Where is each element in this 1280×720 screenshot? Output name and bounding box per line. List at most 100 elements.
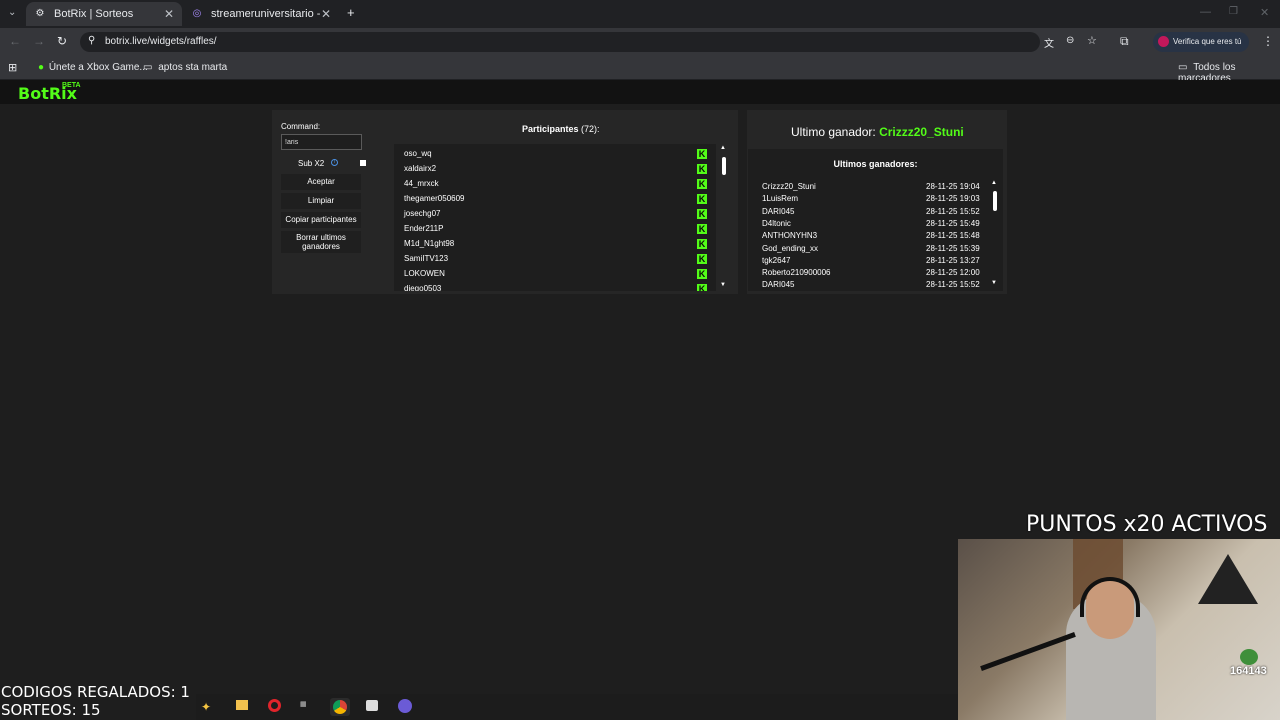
sub-x2-label: Sub X2 (298, 159, 325, 168)
copy-participants-button[interactable]: Copiar participantes (281, 212, 361, 228)
kick-favicon-icon: ◎ (192, 8, 202, 19)
winners-scrollbar[interactable]: ▲ ▼ (991, 180, 999, 290)
copilot-icon[interactable]: ✦ (201, 700, 211, 714)
site-info-icon[interactable]: ⚲ (88, 35, 95, 46)
accept-button[interactable]: Aceptar (281, 174, 361, 190)
kick-platform-icon: K (697, 209, 707, 219)
bookmark-xbox[interactable]: ● Únete a Xbox Game... (38, 62, 148, 73)
taskbar: ✦ ▦ (196, 694, 958, 720)
winner-name: 1LuisRem (762, 194, 799, 204)
apps-grid-icon[interactable]: ⊞ (8, 61, 17, 74)
restore-window-icon[interactable]: ❐ (1229, 6, 1238, 17)
participant-row: 44_mrxck (404, 179, 439, 188)
folder-icon: ▭ (143, 62, 153, 73)
back-icon[interactable]: ← (9, 34, 21, 48)
reload-icon[interactable]: ↻ (57, 34, 67, 48)
winner-name: tgk2647 (762, 255, 791, 265)
winner-date: 28-11-25 15:52 (926, 280, 980, 290)
winner-date: 28-11-25 15:39 (926, 243, 980, 253)
last-winner-label: Ultimo ganador: (791, 125, 876, 139)
info-icon[interactable]: i (331, 159, 338, 166)
bookmark-folder-aptos[interactable]: ▭ aptos sta marta (143, 62, 227, 73)
participant-row: M1d_N1ght98 (404, 239, 455, 248)
beta-badge: BETA (62, 82, 81, 89)
bookmarks-bar: ⊞ ● Únete a Xbox Game... ▭ aptos sta mar… (0, 56, 1280, 84)
participant-row: oso_wq (404, 149, 432, 158)
kick-platform-icon: K (697, 284, 707, 291)
kick-platform-icon: K (697, 179, 707, 189)
tab-list-chevron-icon[interactable]: ⌄ (8, 7, 16, 18)
winner-name: D4ltonic (762, 218, 791, 228)
app-icon[interactable]: ▦ (300, 700, 307, 708)
mixer-app-icon[interactable] (366, 700, 378, 711)
close-tab-icon[interactable]: ✕ (321, 7, 331, 21)
folder-icon: ▭ (1178, 62, 1188, 73)
scroll-up-icon[interactable]: ▲ (991, 180, 997, 186)
menu-kebab-icon[interactable]: ⋮ (1262, 34, 1274, 48)
participant-row: SamiITV123 (404, 254, 449, 263)
sub-x2-checkbox[interactable] (360, 160, 366, 166)
scroll-thumb[interactable] (722, 157, 726, 175)
winner-name: ANTHONYHN3 (762, 231, 818, 241)
winner-date: 28-11-25 15:48 (926, 231, 980, 241)
file-explorer-icon[interactable] (236, 700, 248, 710)
raffles-counter: SORTEOS: 15 (1, 701, 101, 719)
profile-label: Verifica que eres tú (1173, 37, 1242, 46)
command-label: Command: (281, 122, 321, 131)
scroll-up-icon[interactable]: ▲ (720, 145, 726, 151)
winner-name: Crizzz20_Stuni (762, 182, 816, 191)
last-winner-heading: Ultimo ganador: Crizzz20_Stuni (791, 125, 964, 139)
profile-button[interactable]: Verifica que eres tú (1153, 32, 1249, 52)
winner-date: 28-11-25 13:27 (926, 255, 980, 265)
winner-date: 28-11-25 12:00 (926, 268, 980, 278)
url-text: botrix.live/widgets/raffles/ (105, 36, 217, 47)
zoom-icon[interactable]: ⊖ (1066, 35, 1074, 46)
clear-button[interactable]: Limpiar (281, 193, 361, 209)
kick-platform-icon: K (697, 239, 707, 249)
kick-platform-icon: K (697, 254, 707, 264)
participants-scrollbar[interactable]: ▲ ▼ (720, 144, 728, 291)
last-winner-name: Crizzz20_Stuni (879, 125, 964, 139)
kick-platform-icon: K (697, 149, 707, 159)
chrome-icon[interactable] (330, 698, 350, 716)
close-window-icon[interactable]: ✕ (1260, 6, 1269, 19)
scroll-down-icon[interactable]: ▼ (991, 280, 997, 286)
forward-icon[interactable]: → (33, 34, 45, 48)
participant-row: LOKOWEN (404, 269, 445, 278)
opera-icon[interactable] (268, 699, 281, 712)
participants-count: (72): (581, 124, 600, 134)
participant-row: josechg07 (404, 209, 441, 218)
translate-icon[interactable]: 文 (1044, 35, 1054, 50)
bookmark-label: aptos sta marta (158, 62, 228, 73)
participant-row: diego0503 (404, 284, 442, 291)
winner-date: 28-11-25 19:04 (926, 182, 980, 191)
browser-tab-strip: ⌄ ⚙ BotRix | Sorteos ✕ ◎ streamerunivers… (0, 0, 1280, 28)
obs-app-icon[interactable] (398, 699, 412, 713)
chrome-logo-icon (333, 700, 347, 714)
address-bar[interactable]: ⚲ botrix.live/widgets/raffles/ 文 ⊖ ☆ (80, 32, 1097, 52)
extensions-icon[interactable]: ⧉ (1120, 34, 1129, 49)
tab-botrix-sorteos[interactable]: ⚙ BotRix | Sorteos ✕ (26, 2, 182, 26)
participant-row: xaldairx2 (404, 164, 437, 173)
new-tab-icon[interactable]: + (347, 5, 355, 20)
minimize-window-icon[interactable]: — (1200, 6, 1211, 18)
participants-heading: Participantes (72): (522, 124, 600, 134)
webcam-feed: 164143 (958, 539, 1280, 720)
command-input[interactable] (281, 134, 362, 150)
clear-last-winners-button[interactable]: Borrar ultimos ganadores (281, 231, 361, 253)
winner-date: 28-11-25 19:03 (926, 194, 980, 204)
winner-name: DARI045 (762, 206, 795, 216)
winner-name: Roberto210900006 (762, 268, 831, 278)
botrix-favicon-icon: ⚙ (35, 8, 45, 19)
bookmark-label: Únete a Xbox Game... (48, 62, 148, 73)
close-tab-icon[interactable]: ✕ (164, 7, 174, 21)
kick-platform-icon: K (697, 164, 707, 174)
lamp-image (1198, 554, 1258, 604)
bookmark-star-icon[interactable]: ☆ (1087, 34, 1097, 47)
tab-kick-stream[interactable]: ◎ streameruniversitario - Kick Sta ✕ (183, 2, 339, 26)
mic-arm-image (980, 632, 1076, 671)
winners-list-title: Ultimos ganadores: (833, 159, 918, 169)
winner-date: 28-11-25 15:49 (926, 218, 980, 228)
scroll-down-icon[interactable]: ▼ (720, 282, 726, 288)
scroll-thumb[interactable] (993, 191, 997, 211)
